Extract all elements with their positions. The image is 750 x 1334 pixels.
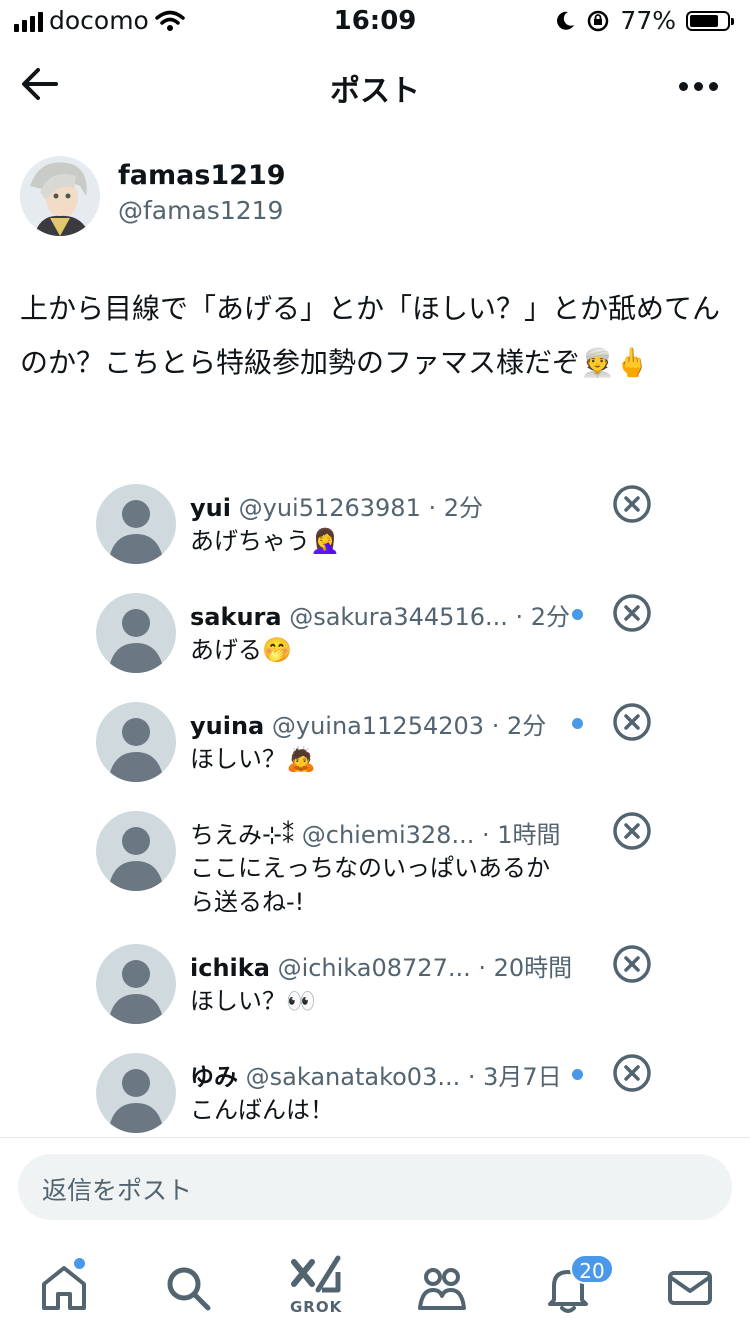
reply-name[interactable]: yuina [190, 712, 264, 740]
unread-dot [572, 609, 583, 620]
reply-text: あげる🤭 [190, 636, 292, 664]
reply-handle: @yuina11254203 [271, 712, 485, 740]
page-title: ポスト [330, 74, 420, 109]
avatar-illustration [20, 156, 100, 236]
search-icon[interactable] [160, 1260, 216, 1316]
author-avatar[interactable] [20, 156, 100, 236]
default-avatar[interactable] [96, 484, 176, 564]
close-circle-icon[interactable] [612, 484, 652, 524]
default-avatar[interactable] [96, 1053, 176, 1133]
reply-text: あげちゃう🤦‍♀️ [190, 527, 340, 555]
reply-time: · 1時間 [481, 821, 561, 849]
reply-meta: ちえみ⊹⁑ @chiemi328... · 1時間 [190, 815, 561, 850]
reply-meta: yui @yui51263981 · 2分 [190, 488, 483, 523]
reply-handle: @sakanatako03... [245, 1063, 461, 1091]
author-name[interactable]: famas1219 [118, 160, 286, 191]
reply-handle: @chiemi328... [301, 821, 475, 849]
status-right: 77% [554, 6, 734, 35]
reply-name[interactable]: ichika [190, 954, 270, 982]
reply-time: · 2分 [491, 712, 547, 740]
default-avatar[interactable] [96, 944, 176, 1024]
reply-time: · 20時間 [478, 954, 573, 982]
divider [0, 1137, 750, 1138]
battery-percent: 77% [620, 6, 676, 35]
status-bar: docomo 16:09 77% [0, 0, 750, 44]
communities-icon[interactable] [414, 1260, 470, 1316]
reply-text: ほしい？🙇 [190, 745, 316, 773]
tab-bar: GROK 20 [0, 1250, 750, 1334]
reply-meta: ゆみ @sakanatako03... · 3月7日 [190, 1057, 562, 1092]
reply-handle: @sakura344516... [289, 603, 508, 631]
top-nav: ポスト [0, 52, 750, 116]
reply-time: · 2分 [515, 603, 571, 631]
unread-dot [572, 718, 583, 729]
default-avatar[interactable] [96, 593, 176, 673]
author-handle[interactable]: @famas1219 [118, 196, 283, 225]
grok-label: GROK [290, 1298, 343, 1316]
reply-handle: @ichika08727... [277, 954, 471, 982]
close-circle-icon[interactable] [612, 1053, 652, 1093]
reply-handle: @yui51263981 [238, 494, 421, 522]
moon-icon [557, 11, 575, 30]
messages-icon[interactable] [662, 1260, 718, 1316]
reply-name[interactable]: ちえみ⊹⁑ [190, 821, 294, 849]
close-circle-icon[interactable] [612, 702, 652, 742]
close-circle-icon[interactable] [612, 811, 652, 851]
grok-icon[interactable] [288, 1254, 344, 1300]
post-text: 上から目線で「あげる」とか「ほしい？」とか舐めてんのか？こちとら特級参加勢のファ… [20, 292, 721, 379]
reply-meta: yuina @yuina11254203 · 2分 [190, 706, 546, 741]
rotation-lock-icon [588, 10, 609, 31]
more-icon[interactable] [679, 82, 718, 91]
reply-meta: ichika @ichika08727... · 20時間 [190, 948, 572, 983]
reply-text: こんばんは！ [190, 1096, 334, 1124]
reply-input[interactable]: 返信をポスト [18, 1154, 732, 1220]
reply-text: ここにえっちなのいっぱいあるから送るね-! [190, 854, 550, 916]
default-avatar[interactable] [96, 702, 176, 782]
reply-placeholder: 返信をポスト [42, 1176, 193, 1205]
notifications-badge: 20 [570, 1254, 614, 1284]
unread-dot [572, 1069, 583, 1080]
default-avatar[interactable] [96, 811, 176, 891]
reply-meta: sakura @sakura344516... · 2分 [190, 597, 570, 632]
reply-time: · 2分 [428, 494, 484, 522]
close-circle-icon[interactable] [612, 944, 652, 984]
reply-name[interactable]: sakura [190, 603, 282, 631]
reply-name[interactable]: ゆみ [190, 1063, 238, 1091]
reply-time: · 3月7日 [467, 1063, 562, 1091]
reply-name[interactable]: yui [190, 494, 231, 522]
close-circle-icon[interactable] [612, 593, 652, 633]
reply-text: ほしい？👀 [190, 987, 316, 1015]
home-unread-dot [72, 1256, 87, 1271]
battery-icon [686, 10, 734, 31]
